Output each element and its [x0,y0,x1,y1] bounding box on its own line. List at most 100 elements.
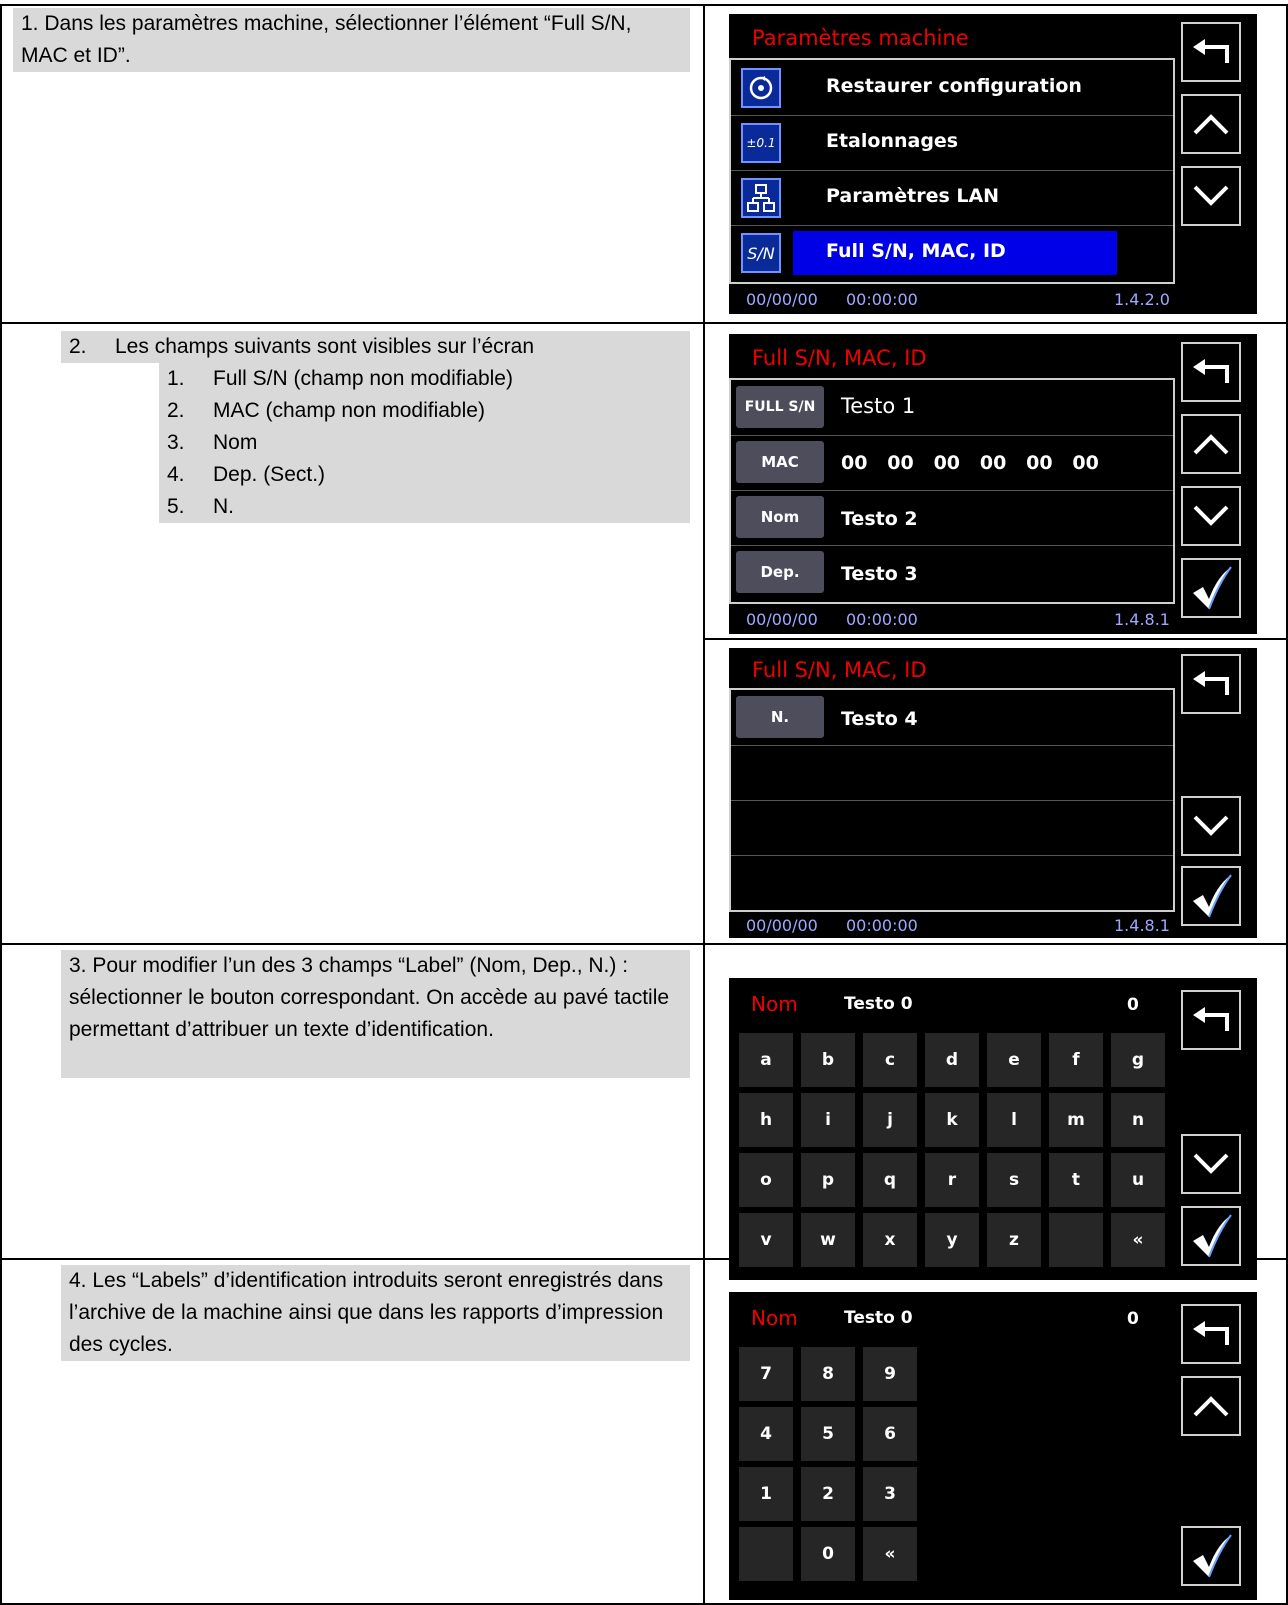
backspace-key[interactable]: « [1111,1213,1165,1267]
key-w[interactable]: w [801,1213,855,1267]
empty-row [731,800,1173,856]
key-p[interactable]: p [801,1153,855,1207]
confirm-button[interactable] [1181,1206,1241,1266]
dep-value: Testo 3 [841,563,918,585]
key-y[interactable]: y [925,1213,979,1267]
key-o[interactable]: o [739,1153,793,1207]
screen-machine-params: Paramètres machine Restaurer configurati… [729,14,1257,314]
chevron-down-icon [1193,185,1229,206]
dep-button[interactable]: Dep. [736,551,824,593]
key-s[interactable]: s [987,1153,1041,1207]
menu-item-full-sn[interactable]: S/N Full S/N, MAC, ID [731,225,1173,280]
scroll-up-button[interactable] [1181,414,1241,474]
key-i[interactable]: i [801,1093,855,1147]
scroll-up-button[interactable] [1181,94,1241,154]
chevron-up-icon [1193,1396,1229,1417]
key-c[interactable]: c [863,1033,917,1087]
confirm-button[interactable] [1181,1526,1241,1586]
list-item: 1. Full S/N (champ non modifiable) [167,367,513,390]
step-4-text: 4. Les “Labels” d’identification introdu… [69,1269,664,1356]
key-e[interactable]: e [987,1033,1041,1087]
back-button[interactable] [1181,22,1241,82]
key-q[interactable]: q [863,1153,917,1207]
key-4[interactable]: 4 [739,1407,793,1461]
chevron-down-icon [1193,1153,1229,1174]
chevron-down-icon [1193,505,1229,526]
back-button[interactable] [1181,1304,1241,1364]
key-1[interactable]: 1 [739,1467,793,1521]
list-item: 4. Dep. (Sect.) [167,463,326,486]
key-h[interactable]: h [739,1093,793,1147]
checkmark-icon [1193,566,1232,610]
key-0[interactable]: 0 [801,1527,855,1581]
empty-row [731,855,1173,910]
list-item: 3. Nom [167,431,258,454]
field-row-nom[interactable]: Nom Testo 2 [731,490,1173,546]
key-3[interactable]: 3 [863,1467,917,1521]
key-b[interactable]: b [801,1033,855,1087]
back-button[interactable] [1181,990,1241,1050]
menu-item-calibration[interactable]: ±0.1 Etalonnages [731,115,1173,171]
mac-button: MAC [736,441,824,483]
scroll-down-button[interactable] [1181,796,1241,856]
step-1-note: 1. Dans les paramètres machine, sélectio… [13,8,690,72]
key-k[interactable]: k [925,1093,979,1147]
keyboard-char-count: 0 [1127,1309,1139,1329]
screen-full-sn-1: Full S/N, MAC, ID FULL S/N Testo 1 MAC 0… [729,334,1257,634]
field-row-dep[interactable]: Dep. Testo 3 [731,545,1173,600]
backspace-key[interactable]: « [863,1527,917,1581]
scroll-down-button[interactable] [1181,166,1241,226]
n-button[interactable]: N. [736,696,824,738]
key-x[interactable]: x [863,1213,917,1267]
scroll-down-button[interactable] [1181,486,1241,546]
key-l[interactable]: l [987,1093,1041,1147]
back-arrow-icon [1193,39,1229,63]
key-8[interactable]: 8 [801,1347,855,1401]
scroll-up-button[interactable] [1181,1376,1241,1436]
chevron-up-icon [1193,114,1229,135]
key-blank[interactable] [739,1527,793,1581]
key-n[interactable]: n [1111,1093,1165,1147]
menu-item-restore[interactable]: Restaurer configuration [731,60,1173,116]
key-g[interactable]: g [1111,1033,1165,1087]
key-a[interactable]: a [739,1033,793,1087]
key-j[interactable]: j [863,1093,917,1147]
key-t[interactable]: t [1049,1153,1103,1207]
field-row-mac: MAC 00 00 00 00 00 00 [731,435,1173,491]
key-r[interactable]: r [925,1153,979,1207]
status-version: 1.4.2.0 [1114,290,1170,309]
key-blank[interactable] [1049,1213,1103,1267]
key-5[interactable]: 5 [801,1407,855,1461]
key-6[interactable]: 6 [863,1407,917,1461]
screen-keyboard-num: Nom Testo 0 0 7 8 9 4 5 6 1 2 3 0 « [729,1292,1257,1600]
key-u[interactable]: u [1111,1153,1165,1207]
field-row-n[interactable]: N. Testo 4 [731,690,1173,746]
key-d[interactable]: d [925,1033,979,1087]
back-button[interactable] [1181,654,1241,714]
scroll-down-button[interactable] [1181,1134,1241,1194]
key-9[interactable]: 9 [863,1347,917,1401]
key-z[interactable]: z [987,1213,1041,1267]
menu-item-lan[interactable]: Paramètres LAN [731,170,1173,226]
menu-item-label: Paramètres LAN [826,185,1000,207]
key-f[interactable]: f [1049,1033,1103,1087]
restore-icon [741,68,781,108]
back-arrow-icon [1193,1321,1229,1345]
keyboard-field-name: Nom [751,992,798,1016]
status-version: 1.4.8.1 [1114,916,1170,935]
field-list: N. Testo 4 [729,688,1175,912]
step-2-list: 1. Full S/N (champ non modifiable) 2. MAC … [159,363,690,523]
calibration-icon: ±0.1 [741,123,781,163]
back-button[interactable] [1181,342,1241,402]
confirm-button[interactable] [1181,866,1241,926]
key-7[interactable]: 7 [739,1347,793,1401]
step-3-note: 3. Pour modifier l’un des 3 champs “Labe… [61,950,690,1078]
step-2-note: 2. Les champs suivants sont visibles sur … [61,331,690,363]
key-2[interactable]: 2 [801,1467,855,1521]
key-v[interactable]: v [739,1213,793,1267]
nom-button[interactable]: Nom [736,496,824,538]
confirm-button[interactable] [1181,558,1241,618]
status-time: 00:00:00 [846,290,918,309]
field-list: FULL S/N Testo 1 MAC 00 00 00 00 00 00 N… [729,378,1175,604]
key-m[interactable]: m [1049,1093,1103,1147]
